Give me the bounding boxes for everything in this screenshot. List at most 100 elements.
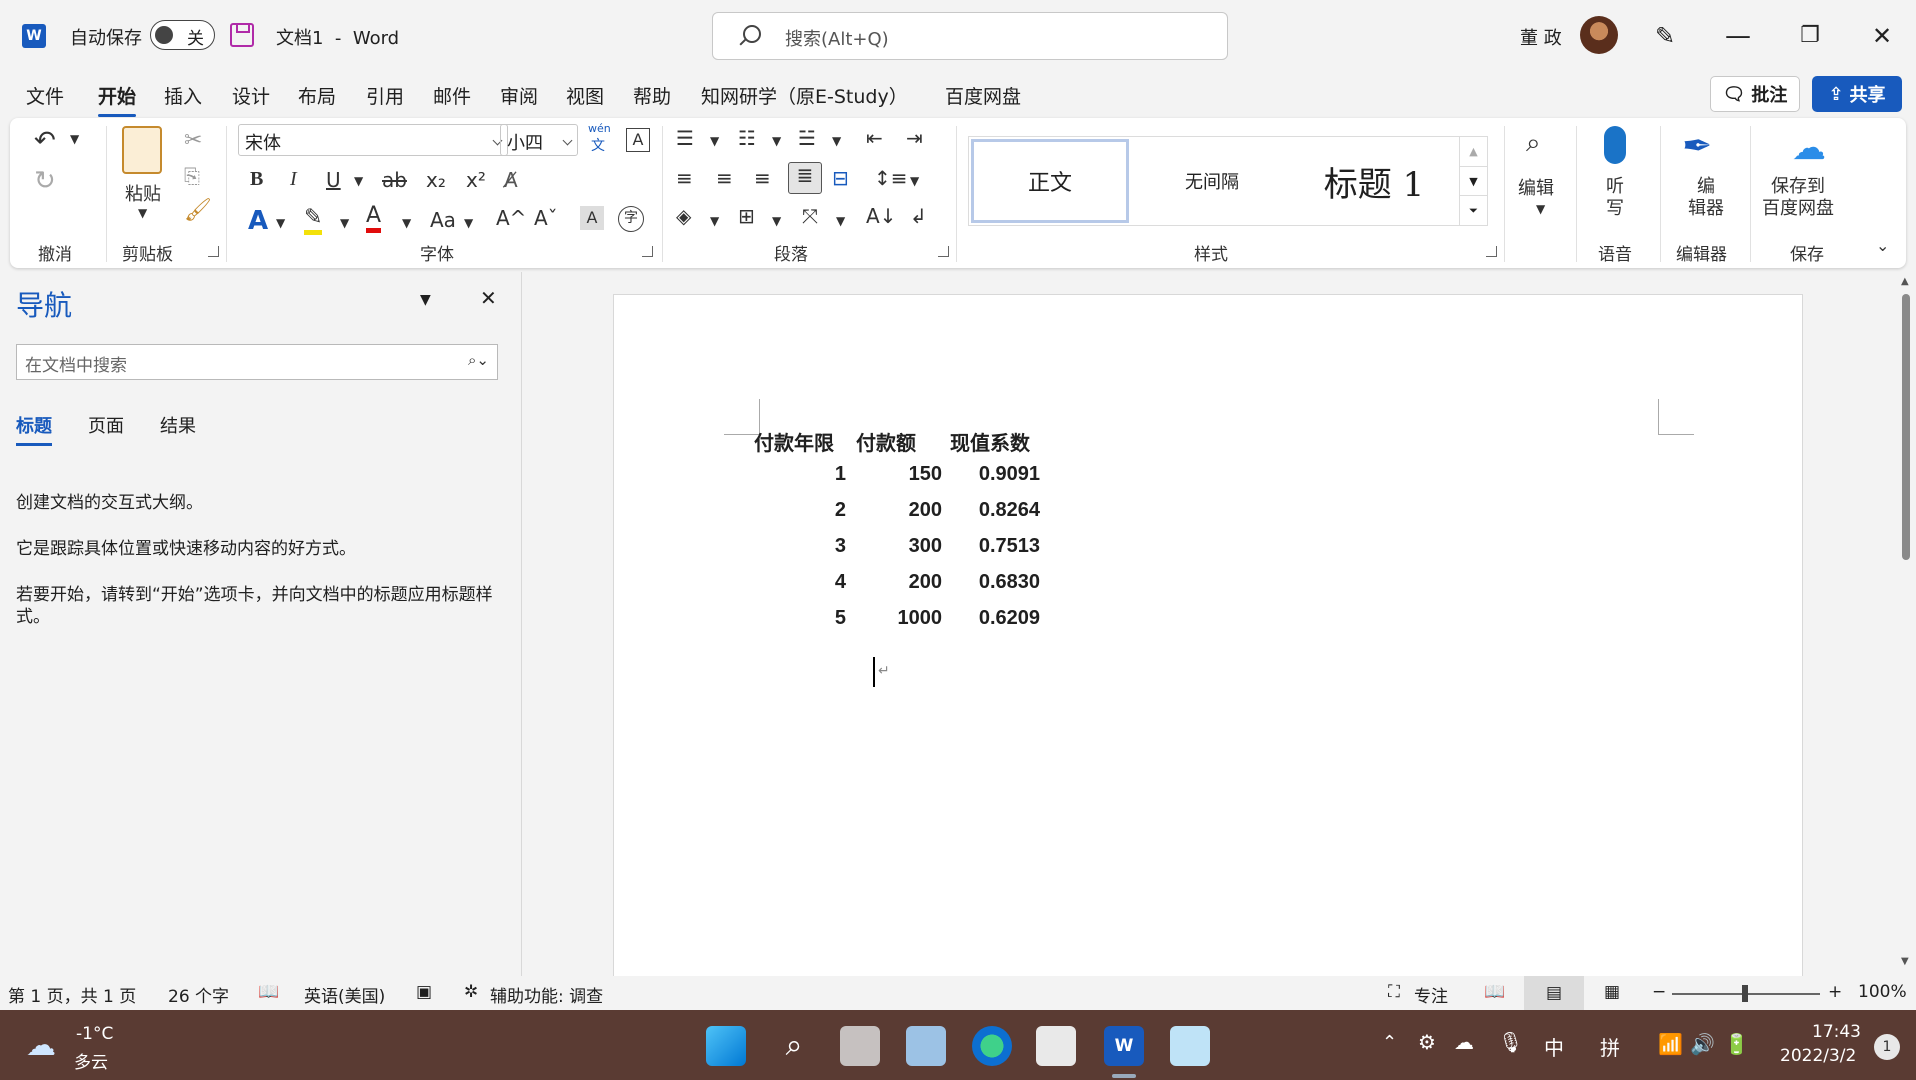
format-painter-icon[interactable]: 🖌: [184, 198, 212, 223]
wifi-icon[interactable]: 📶: [1658, 1032, 1683, 1056]
onedrive-icon[interactable]: ☁: [1454, 1030, 1474, 1054]
paste-icon[interactable]: [122, 126, 162, 174]
strikethrough-button[interactable]: ab: [382, 168, 407, 192]
share-button[interactable]: ⇪ 共享: [1812, 76, 1902, 112]
paste-dropdown-icon[interactable]: ▼: [138, 206, 147, 220]
grow-font-button[interactable]: A^: [496, 206, 526, 230]
weather-temperature[interactable]: -1°C: [76, 1024, 113, 1044]
nav-tab-pages[interactable]: 页面: [88, 412, 124, 438]
document-page[interactable]: 付款年限 付款额 现值系数 1 150 0.9091 2 200 0.8264 …: [613, 294, 1803, 994]
zoom-in-icon[interactable]: +: [1828, 982, 1842, 1002]
tab-file[interactable]: 文件: [26, 82, 64, 109]
tab-home[interactable]: 开始: [98, 82, 137, 117]
distributed-icon[interactable]: ⊟: [832, 166, 849, 190]
zoom-level[interactable]: 100%: [1858, 982, 1907, 1002]
tray-overflow-icon[interactable]: ⌃: [1382, 1032, 1397, 1053]
bullets-icon[interactable]: ☰: [676, 126, 694, 150]
borders-icon[interactable]: ⊞: [738, 204, 755, 228]
language-indicator[interactable]: 英语(美国): [304, 982, 385, 1007]
font-color-icon[interactable]: A: [366, 204, 382, 233]
scroll-up-icon[interactable]: ▲: [1901, 276, 1909, 287]
chinese-layout-icon[interactable]: ⤧: [802, 204, 818, 228]
proofing-icon[interactable]: 📖: [258, 982, 279, 1002]
web-layout-icon[interactable]: ▦: [1604, 982, 1620, 1002]
cut-icon[interactable]: ✂: [184, 128, 202, 153]
align-center-icon[interactable]: ≡: [716, 166, 733, 190]
nav-tab-results[interactable]: 结果: [160, 412, 196, 438]
decrease-indent-icon[interactable]: ⇤: [866, 126, 883, 150]
accessibility-status[interactable]: 辅助功能: 调查: [490, 982, 603, 1007]
char-border-icon[interactable]: A: [626, 128, 650, 152]
weather-icon[interactable]: ☁: [26, 1028, 56, 1063]
nav-search-input[interactable]: 在文档中搜索 ⌕⌄: [16, 344, 498, 380]
styles-launcher-icon[interactable]: [1486, 246, 1497, 257]
tab-mailings[interactable]: 邮件: [433, 82, 471, 109]
accessibility-icon[interactable]: ✲: [464, 982, 478, 1002]
phonetic-guide-icon[interactable]: wén 文: [588, 122, 611, 155]
numbering-icon[interactable]: ☷: [738, 126, 756, 150]
tab-insert[interactable]: 插入: [164, 82, 202, 109]
style-no-spacing[interactable]: 无间隔: [1133, 139, 1291, 223]
font-name-combobox[interactable]: 宋体: [238, 124, 508, 156]
undo-dropdown-icon[interactable]: ▼: [70, 132, 79, 146]
multilevel-dropdown-icon[interactable]: ▼: [832, 134, 841, 148]
text-effects-dropdown-icon[interactable]: ▼: [276, 216, 285, 230]
collapse-ribbon-icon[interactable]: ⌄: [1876, 236, 1889, 255]
shading-icon[interactable]: ◈: [676, 204, 691, 228]
tray-app-icon[interactable]: ⚙: [1418, 1030, 1436, 1054]
ime-mode[interactable]: 拼: [1600, 1032, 1620, 1061]
minimize-button[interactable]: —: [1718, 16, 1758, 56]
style-heading-1[interactable]: 标题 1: [1295, 139, 1453, 223]
font-size-combobox[interactable]: 小四: [500, 124, 578, 156]
scroll-down-icon[interactable]: ▼: [1901, 956, 1909, 967]
clock-date[interactable]: 2022/3/2: [1780, 1046, 1856, 1066]
close-button[interactable]: ✕: [1862, 16, 1902, 56]
notification-badge[interactable]: 1: [1874, 1034, 1900, 1060]
scroll-thumb[interactable]: [1902, 294, 1910, 560]
line-spacing-dropdown-icon[interactable]: ▼: [910, 174, 919, 188]
microphone-icon[interactable]: 🎙: [1498, 1030, 1523, 1054]
tab-cnki-estudy[interactable]: 知网研学（原E-Study）: [701, 82, 908, 109]
shading-dropdown-icon[interactable]: ▼: [710, 214, 719, 228]
enclose-chars-button[interactable]: 字: [618, 206, 644, 232]
clear-formatting-icon[interactable]: A̸: [504, 168, 518, 192]
editing-label[interactable]: 编辑: [1518, 174, 1554, 200]
tab-layout[interactable]: 布局: [298, 82, 336, 109]
underline-button[interactable]: U: [326, 168, 341, 192]
snipping-tool-icon[interactable]: [1036, 1026, 1076, 1066]
multilevel-list-icon[interactable]: ☱: [798, 126, 816, 150]
nav-close-icon[interactable]: ✕: [480, 286, 497, 310]
tab-baidu-netdisk[interactable]: 百度网盘: [945, 82, 1021, 109]
tab-review[interactable]: 审阅: [500, 82, 538, 109]
shrink-font-button[interactable]: Aˇ: [534, 206, 558, 230]
italic-button[interactable]: I: [290, 168, 297, 191]
styles-down-icon[interactable]: ▼: [1460, 166, 1487, 195]
zoom-out-icon[interactable]: −: [1652, 982, 1666, 1002]
undo-icon[interactable]: ↶: [34, 126, 56, 156]
char-shading-button[interactable]: A: [580, 206, 604, 230]
line-spacing-icon[interactable]: ↕≡: [874, 166, 908, 190]
battery-icon[interactable]: 🔋: [1724, 1032, 1749, 1056]
task-view-icon[interactable]: [840, 1026, 880, 1066]
align-right-icon[interactable]: ≡: [754, 166, 771, 190]
print-layout-icon[interactable]: ▤: [1524, 976, 1584, 1010]
user-name[interactable]: 董 政: [1520, 24, 1562, 50]
designer-pen-icon[interactable]: ✎: [1655, 22, 1675, 50]
focus-icon[interactable]: ⛶: [1388, 982, 1400, 1002]
tab-view[interactable]: 视图: [566, 82, 604, 109]
zoom-slider-thumb[interactable]: [1742, 985, 1748, 1002]
start-icon[interactable]: [706, 1026, 746, 1066]
nav-tab-headings[interactable]: 标题: [16, 412, 52, 446]
dictate-icon[interactable]: [1604, 126, 1626, 164]
bold-button[interactable]: B: [250, 168, 263, 191]
underline-dropdown-icon[interactable]: ▼: [354, 174, 363, 188]
show-marks-icon[interactable]: ↲: [910, 204, 927, 228]
weather-description[interactable]: 多云: [74, 1048, 108, 1073]
save-icon[interactable]: [230, 23, 254, 47]
clipboard-launcher-icon[interactable]: [208, 246, 219, 257]
redo-icon[interactable]: ↻: [34, 166, 56, 196]
chinese-layout-dropdown-icon[interactable]: ▼: [836, 214, 845, 228]
text-effects-icon[interactable]: A: [248, 206, 268, 236]
focus-mode-button[interactable]: 专注: [1414, 982, 1448, 1007]
app-icon-anime[interactable]: [1170, 1026, 1210, 1066]
